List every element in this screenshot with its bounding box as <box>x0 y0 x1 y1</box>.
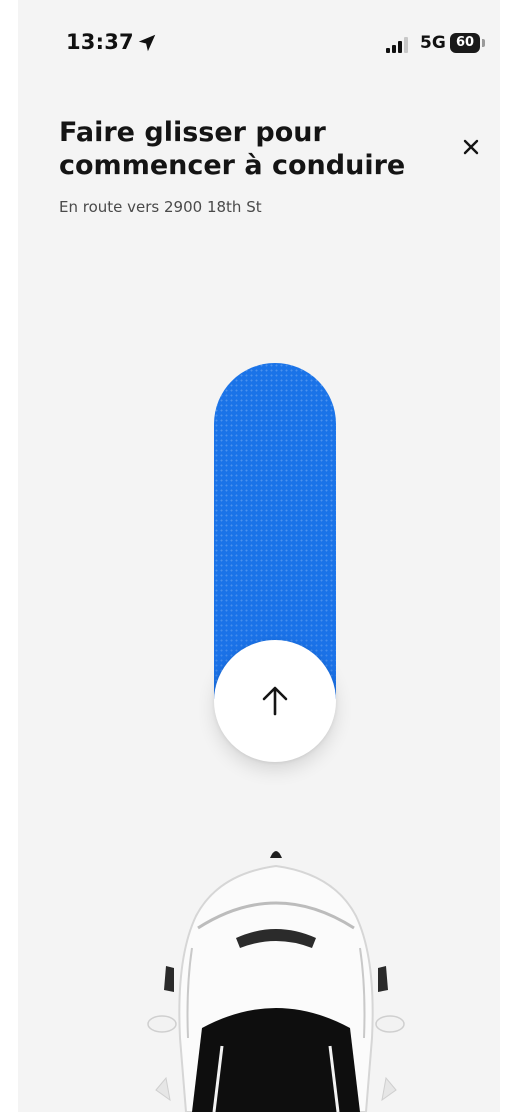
location-arrow-icon <box>138 34 156 52</box>
battery-icon: 60 <box>450 33 480 53</box>
car-top-view <box>147 851 405 1112</box>
signal-icon <box>386 37 408 53</box>
arrow-up-icon <box>262 686 288 716</box>
status-bar: 13:37 5G 60 <box>18 28 500 64</box>
battery-cap <box>482 39 485 47</box>
status-time: 13:37 <box>66 30 134 54</box>
slide-handle[interactable] <box>214 640 336 762</box>
close-icon <box>463 139 479 155</box>
close-button[interactable] <box>454 130 488 164</box>
page-title: Faire glisser pour commencer à conduire <box>59 117 406 181</box>
page-subtitle: En route vers 2900 18th St <box>59 198 262 216</box>
app-screen: 13:37 5G 60 Faire glisser pour commencer… <box>18 0 500 1112</box>
network-type: 5G <box>420 33 446 53</box>
